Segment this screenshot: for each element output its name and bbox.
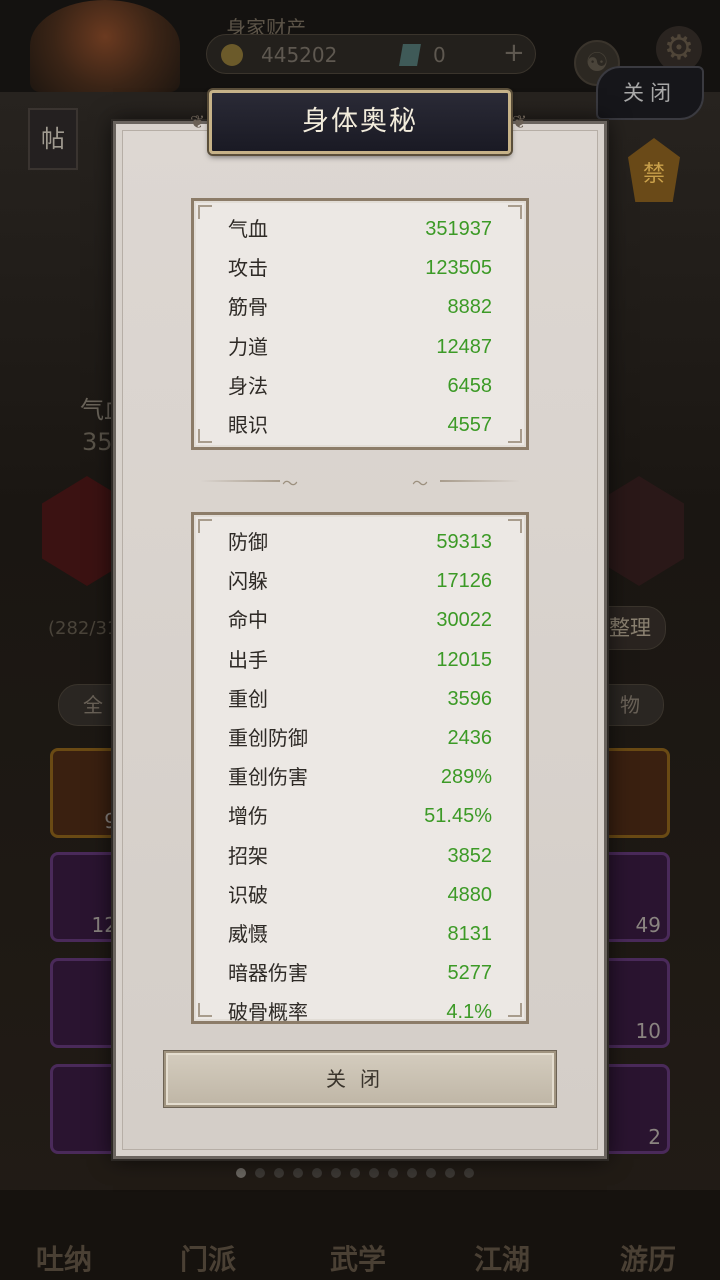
stat-row: 威慑 8131: [228, 915, 492, 954]
nav-youli[interactable]: 游历: [620, 1238, 676, 1278]
title-ornament-left: ❦: [190, 112, 206, 133]
page-dot: [388, 1168, 398, 1178]
stat-value: 51.45%: [424, 805, 492, 828]
stat-name: 出手: [228, 647, 268, 672]
page-dot: [464, 1168, 474, 1178]
stat-value: 6458: [447, 374, 493, 397]
background-stat-value: 35: [82, 428, 113, 456]
dialog-title: 身体奥秘: [302, 106, 418, 137]
title-ornament-right: ❦: [512, 112, 528, 133]
nav-menpai[interactable]: 门派: [180, 1238, 236, 1278]
stat-row: 招架 3852: [228, 837, 492, 876]
stat-row: 攻击 123505: [228, 249, 492, 288]
stat-value: 2436: [447, 727, 493, 749]
stat-value: 17126: [436, 570, 492, 593]
stat-row: 重创伤害 289%: [228, 758, 492, 797]
divider-ornament-left: 〜: [282, 474, 299, 493]
stat-value: 3852: [447, 844, 493, 867]
stat-value: 12015: [436, 648, 492, 671]
stat-row: 筋骨 8882: [228, 288, 492, 327]
stat-value: 8131: [447, 923, 493, 945]
dialog-title-plate: 身体奥秘: [209, 90, 511, 154]
stat-row: 识破 4880: [228, 876, 492, 915]
stat-name: 筋骨: [228, 295, 268, 320]
secondary-stats-panel[interactable]: 防御 59313 闪躲 17126 命中 30022 出手 12015 重创 3596 重创防御 24…: [191, 512, 529, 1024]
stat-name: 眼识: [228, 413, 268, 437]
stat-value: 30022: [436, 609, 492, 632]
stat-name: 闪躲: [228, 569, 268, 594]
stat-row: 防御 59313: [228, 523, 492, 562]
stat-name: 破骨概率: [228, 1000, 308, 1021]
section-divider: 〜 〜: [200, 474, 520, 493]
primary-stats-panel: 气血 351937 攻击 123505 筋骨 8882 力道 12487 身法 6458 眼识 455…: [191, 198, 529, 450]
page-indicator: [236, 1163, 486, 1178]
nav-jianghu[interactable]: 江湖: [474, 1238, 530, 1278]
stat-value: 4557: [447, 414, 493, 436]
currency-bar: 445202 0 +: [206, 34, 536, 74]
stat-row: 闪躲 17126: [228, 562, 492, 601]
stat-row: 气血 351937: [228, 210, 492, 249]
stat-name: 威慑: [228, 922, 268, 946]
primary-stats-list: 气血 351937 攻击 123505 筋骨 8882 力道 12487 身法 6458 眼识 455…: [194, 201, 526, 447]
stat-row: 出手 12015: [228, 641, 492, 680]
page-dot: [369, 1168, 379, 1178]
tie-button[interactable]: 帖: [28, 108, 78, 170]
page-dot: [350, 1168, 360, 1178]
page-dot: [274, 1168, 284, 1178]
stat-name: 重创防御: [228, 726, 308, 750]
stat-row: 增伤 51.45%: [228, 797, 492, 836]
page-dot: [312, 1168, 322, 1178]
inventory-count: (282/31: [48, 618, 119, 639]
stat-value: 8882: [447, 296, 493, 319]
page-dot: [426, 1168, 436, 1178]
stat-name: 气血: [228, 217, 268, 241]
page-dot: [236, 1168, 246, 1178]
stat-name: 攻击: [228, 256, 268, 281]
stat-value: 4.1%: [446, 1001, 492, 1021]
secondary-stats-list[interactable]: 防御 59313 闪躲 17126 命中 30022 出手 12015 重创 3596 重创防御 24…: [194, 515, 526, 1021]
stat-row: 眼识 4557: [228, 406, 492, 445]
stat-value: 123505: [425, 257, 492, 280]
stat-row: 命中 30022: [228, 601, 492, 640]
add-currency-button[interactable]: +: [503, 38, 525, 68]
page-dot: [331, 1168, 341, 1178]
stat-name: 暗器伤害: [228, 961, 308, 986]
coin-amount: 445202: [261, 43, 338, 67]
stat-value: 351937: [425, 218, 492, 240]
stat-value: 12487: [436, 335, 492, 358]
stat-name: 命中: [228, 608, 268, 633]
stat-row: 暗器伤害 5277: [228, 954, 492, 993]
page-dot: [293, 1168, 303, 1178]
stat-name: 招架: [228, 843, 268, 868]
stat-name: 增伤: [228, 804, 268, 829]
stat-name: 力道: [228, 334, 268, 359]
page-dot: [407, 1168, 417, 1178]
stat-value: 289%: [440, 766, 492, 789]
stat-value: 5277: [447, 962, 493, 985]
stat-name: 防御: [228, 530, 268, 554]
page-dot: [255, 1168, 265, 1178]
stat-value: 3596: [447, 687, 493, 710]
coin-icon: [221, 44, 243, 66]
player-avatar[interactable]: [30, 0, 180, 92]
stat-row: 破骨概率 4.1%: [228, 993, 492, 1021]
stat-value: 4880: [447, 883, 493, 906]
gem-icon: [399, 44, 421, 66]
stat-row: 身法 6458: [228, 367, 492, 406]
stat-row: 重创防御 2436: [228, 719, 492, 758]
page-dot: [445, 1168, 455, 1178]
close-button[interactable]: 关闭: [164, 1051, 556, 1107]
stat-row: 力道 12487: [228, 328, 492, 367]
stat-name: 重创伤害: [228, 765, 308, 790]
stat-name: 身法: [228, 373, 268, 398]
background-close-button[interactable]: 关闭: [596, 66, 704, 120]
stat-value: 59313: [436, 531, 492, 553]
divider-ornament-right: 〜: [412, 474, 429, 493]
nav-wuxue[interactable]: 武学: [330, 1238, 386, 1278]
stat-row: 重创 3596: [228, 680, 492, 719]
gem-amount: 0: [433, 43, 446, 67]
nav-tuna[interactable]: 吐纳: [36, 1238, 92, 1278]
stat-name: 识破: [228, 882, 268, 907]
stat-name: 重创: [228, 686, 268, 711]
